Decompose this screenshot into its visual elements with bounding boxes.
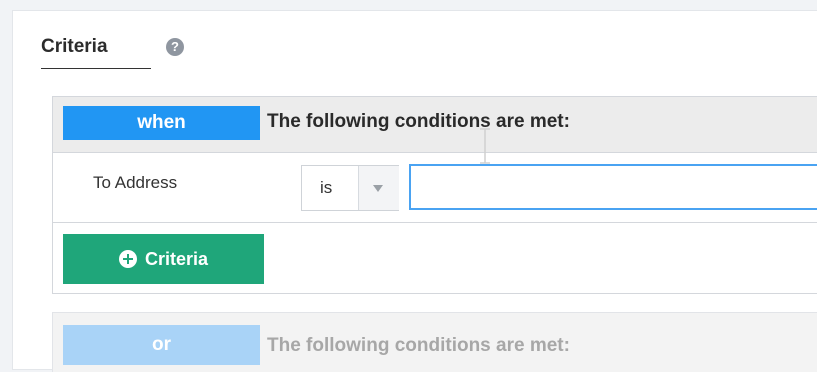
criteria-group-when: when The following conditions are met: T… bbox=[52, 96, 817, 294]
question-circle-icon[interactable]: ? bbox=[166, 38, 184, 56]
operator-badge-when[interactable]: when bbox=[63, 106, 260, 140]
group-header: when The following conditions are met: bbox=[53, 97, 817, 153]
operator-select-toggle[interactable] bbox=[358, 166, 399, 210]
criteria-row: To Address is bbox=[53, 153, 817, 223]
add-criteria-label: Criteria bbox=[144, 248, 209, 269]
criteria-header: Criteria ? bbox=[41, 24, 184, 69]
field-label-to-address: To Address bbox=[93, 173, 178, 192]
operator-badge-or[interactable]: or bbox=[63, 325, 260, 365]
text-cursor-icon bbox=[480, 128, 490, 164]
plus-circle-icon bbox=[118, 250, 137, 268]
add-criteria-button[interactable]: Criteria bbox=[63, 234, 264, 284]
criteria-group-or: or The following conditions are met: bbox=[52, 312, 817, 372]
operator-select-value: is bbox=[320, 178, 333, 197]
operator-select[interactable]: is bbox=[301, 165, 399, 211]
group-condition-text-or: The following conditions are met: bbox=[267, 335, 570, 356]
chevron-down-icon bbox=[373, 185, 383, 192]
criteria-title: Criteria bbox=[41, 36, 108, 57]
group-condition-text: The following conditions are met: bbox=[267, 111, 570, 132]
criteria-value-input[interactable] bbox=[409, 164, 817, 210]
